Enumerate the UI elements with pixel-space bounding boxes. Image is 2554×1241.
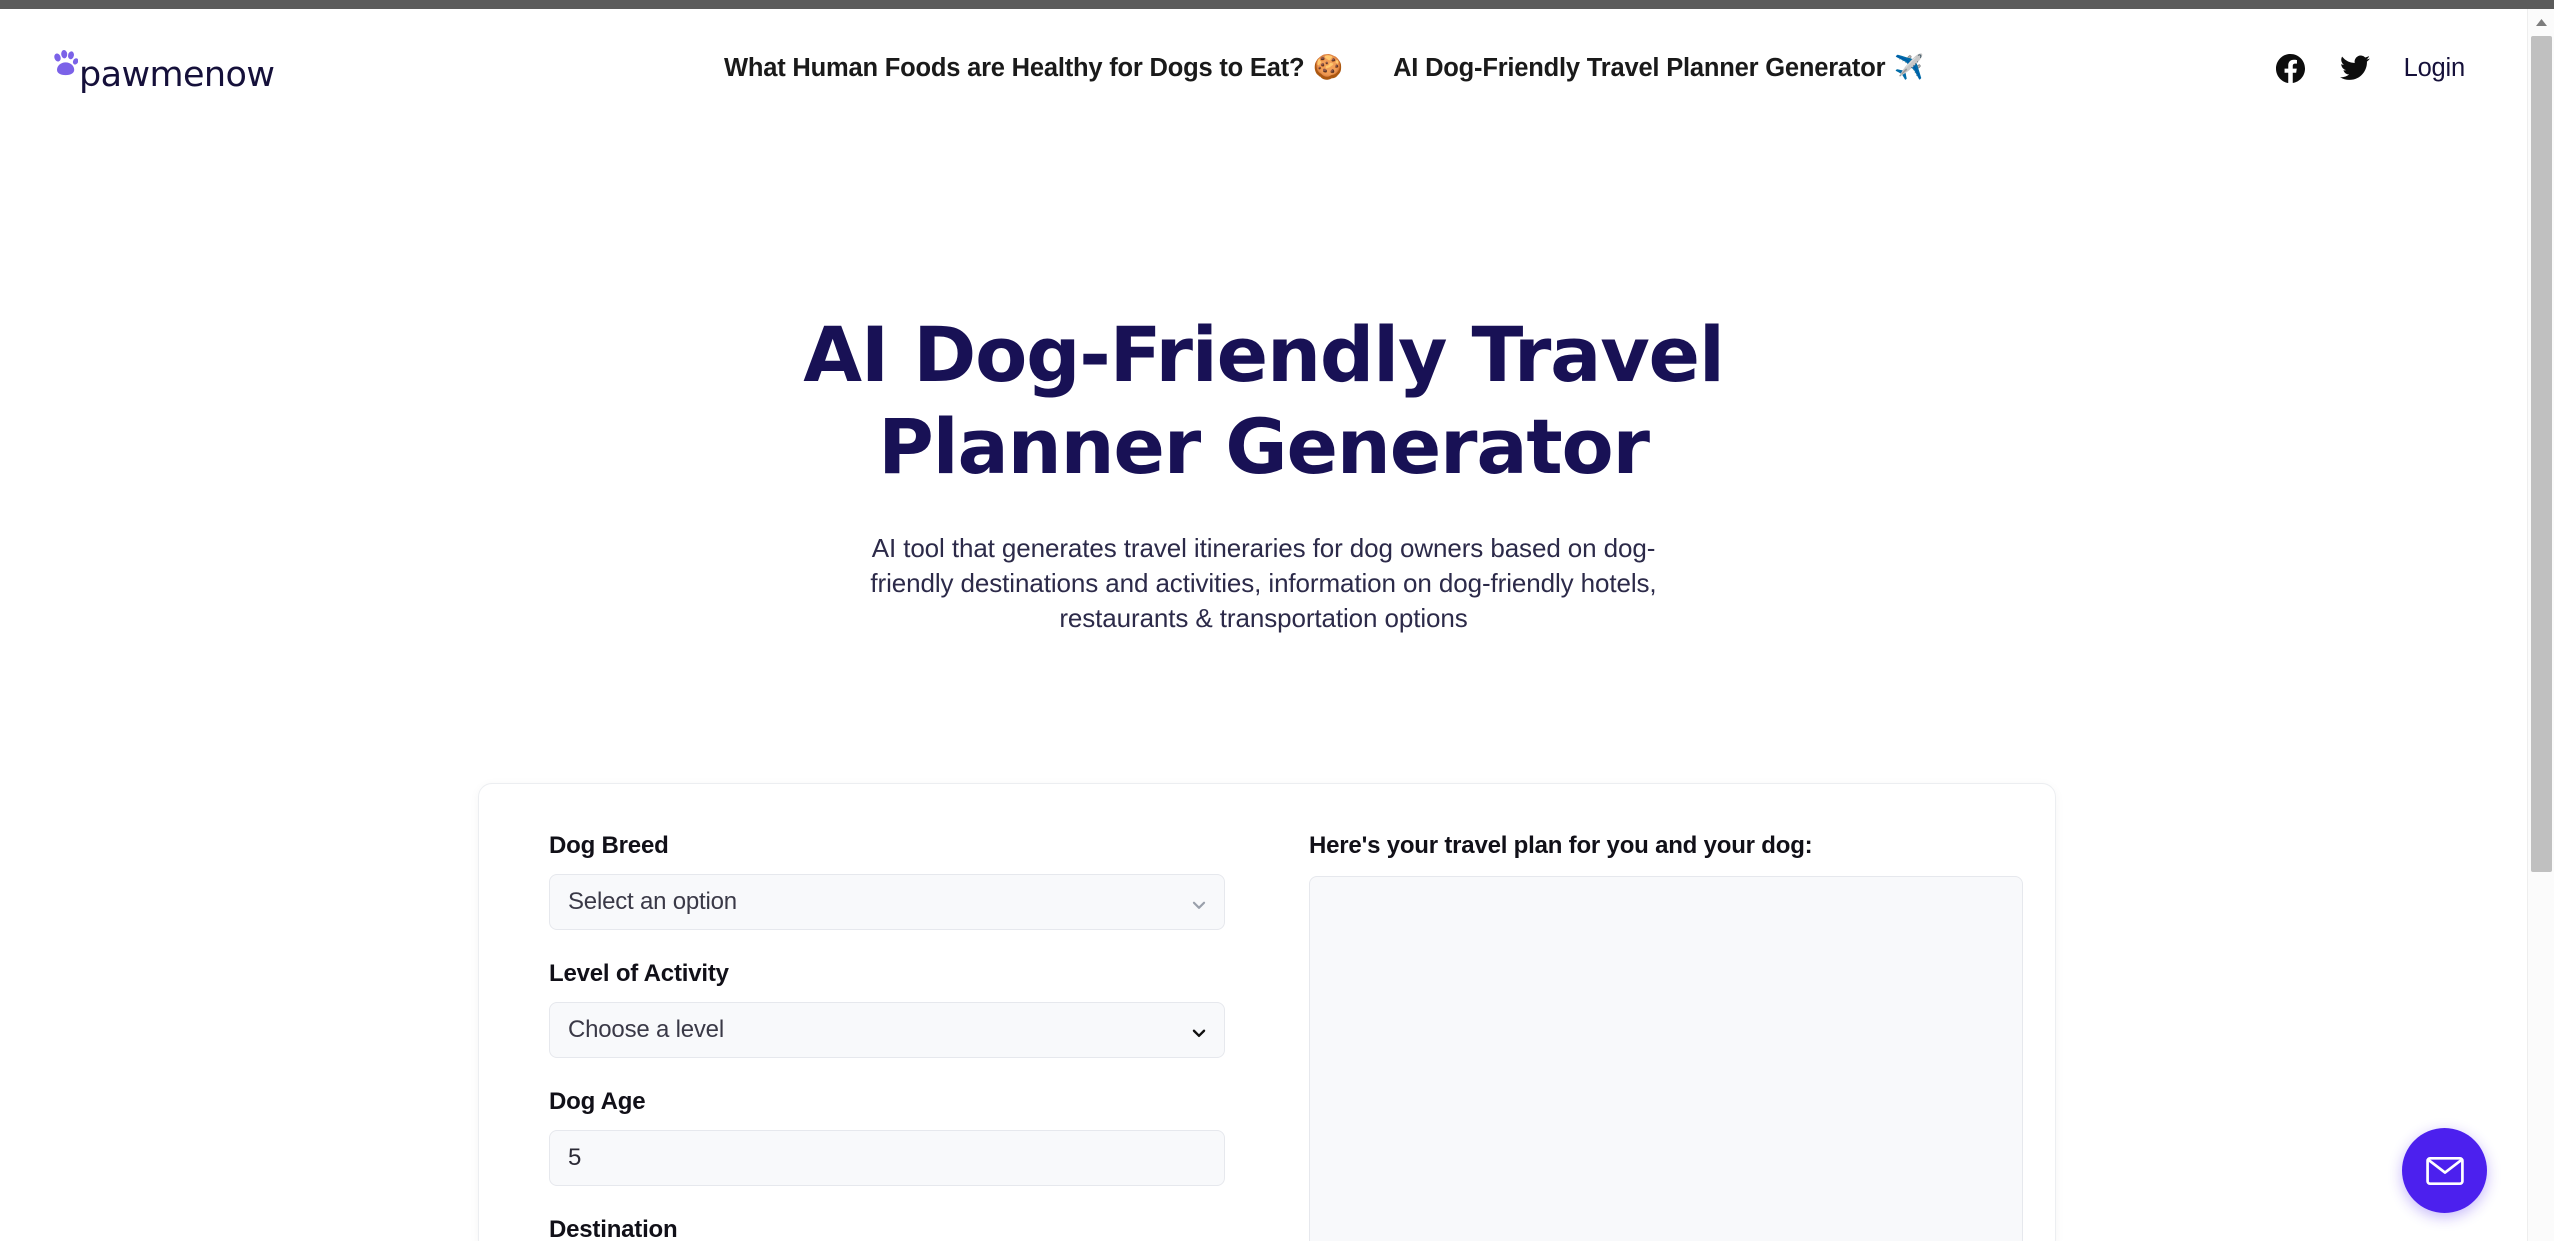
dog-age-input[interactable]: 5 bbox=[549, 1130, 1225, 1186]
dog-age-label: Dog Age bbox=[549, 1088, 646, 1115]
top-navigation-bar: pawmenow What Human Foods are Healthy fo… bbox=[0, 9, 2527, 127]
hero-subtitle: AI tool that generates travel itinerarie… bbox=[870, 533, 1657, 633]
chevron-up-icon[interactable] bbox=[2528, 9, 2554, 35]
page-viewport: pawmenow What Human Foods are Healthy fo… bbox=[0, 9, 2554, 1241]
brand-logo[interactable]: pawmenow bbox=[52, 47, 275, 95]
twitter-icon[interactable] bbox=[2339, 53, 2370, 83]
airplane-icon: ✈️ bbox=[1894, 54, 1924, 81]
nav-right-group: Login bbox=[2276, 9, 2465, 127]
nav-links: What Human Foods are Healthy for Dogs to… bbox=[724, 9, 1924, 127]
nav-link-travel-planner-label: AI Dog-Friendly Travel Planner Generator bbox=[1393, 53, 1886, 82]
dog-breed-dropdown[interactable]: Select an option bbox=[549, 874, 1225, 930]
dog-breed-label: Dog Breed bbox=[549, 832, 669, 859]
nav-link-human-foods[interactable]: What Human Foods are Healthy for Dogs to… bbox=[724, 54, 1343, 83]
generator-card: Dog Breed Select an option Level of Acti… bbox=[478, 783, 2056, 1241]
dog-age-value: 5 bbox=[568, 1144, 582, 1171]
login-link[interactable]: Login bbox=[2404, 54, 2466, 83]
level-of-activity-select[interactable]: Choose a level bbox=[549, 1002, 1225, 1058]
browser-chrome-edge bbox=[0, 0, 2554, 9]
level-of-activity-label: Level of Activity bbox=[549, 960, 729, 987]
chevron-down-icon bbox=[1190, 1021, 1208, 1039]
destination-label: Destination bbox=[549, 1216, 678, 1241]
contact-mail-button[interactable] bbox=[2402, 1128, 2487, 1213]
brand-name: pawmenow bbox=[79, 55, 275, 95]
nav-link-travel-planner[interactable]: AI Dog-Friendly Travel Planner Generator… bbox=[1393, 54, 1924, 83]
facebook-icon[interactable] bbox=[2276, 53, 2306, 83]
scrollbar-thumb[interactable] bbox=[2531, 36, 2552, 872]
level-of-activity-value: Choose a level bbox=[568, 1016, 724, 1043]
travel-plan-output[interactable] bbox=[1309, 876, 2023, 1241]
output-column: Here's your travel plan for you and your… bbox=[1269, 784, 2055, 1241]
dog-breed-value: Select an option bbox=[568, 888, 737, 915]
travel-plan-label: Here's your travel plan for you and your… bbox=[1309, 832, 1813, 859]
form-column: Dog Breed Select an option Level of Acti… bbox=[479, 784, 1269, 1241]
nav-link-human-foods-label: What Human Foods are Healthy for Dogs to… bbox=[724, 53, 1305, 82]
hero-section: AI Dog-Friendly Travel Planner Generator… bbox=[0, 309, 2527, 636]
paw-print-icon bbox=[52, 49, 79, 79]
cookie-icon: 🍪 bbox=[1313, 54, 1344, 81]
page-scrollbar[interactable] bbox=[2527, 9, 2554, 1241]
chevron-down-icon bbox=[1190, 893, 1208, 911]
page-title: AI Dog-Friendly Travel Planner Generator bbox=[803, 310, 1725, 491]
